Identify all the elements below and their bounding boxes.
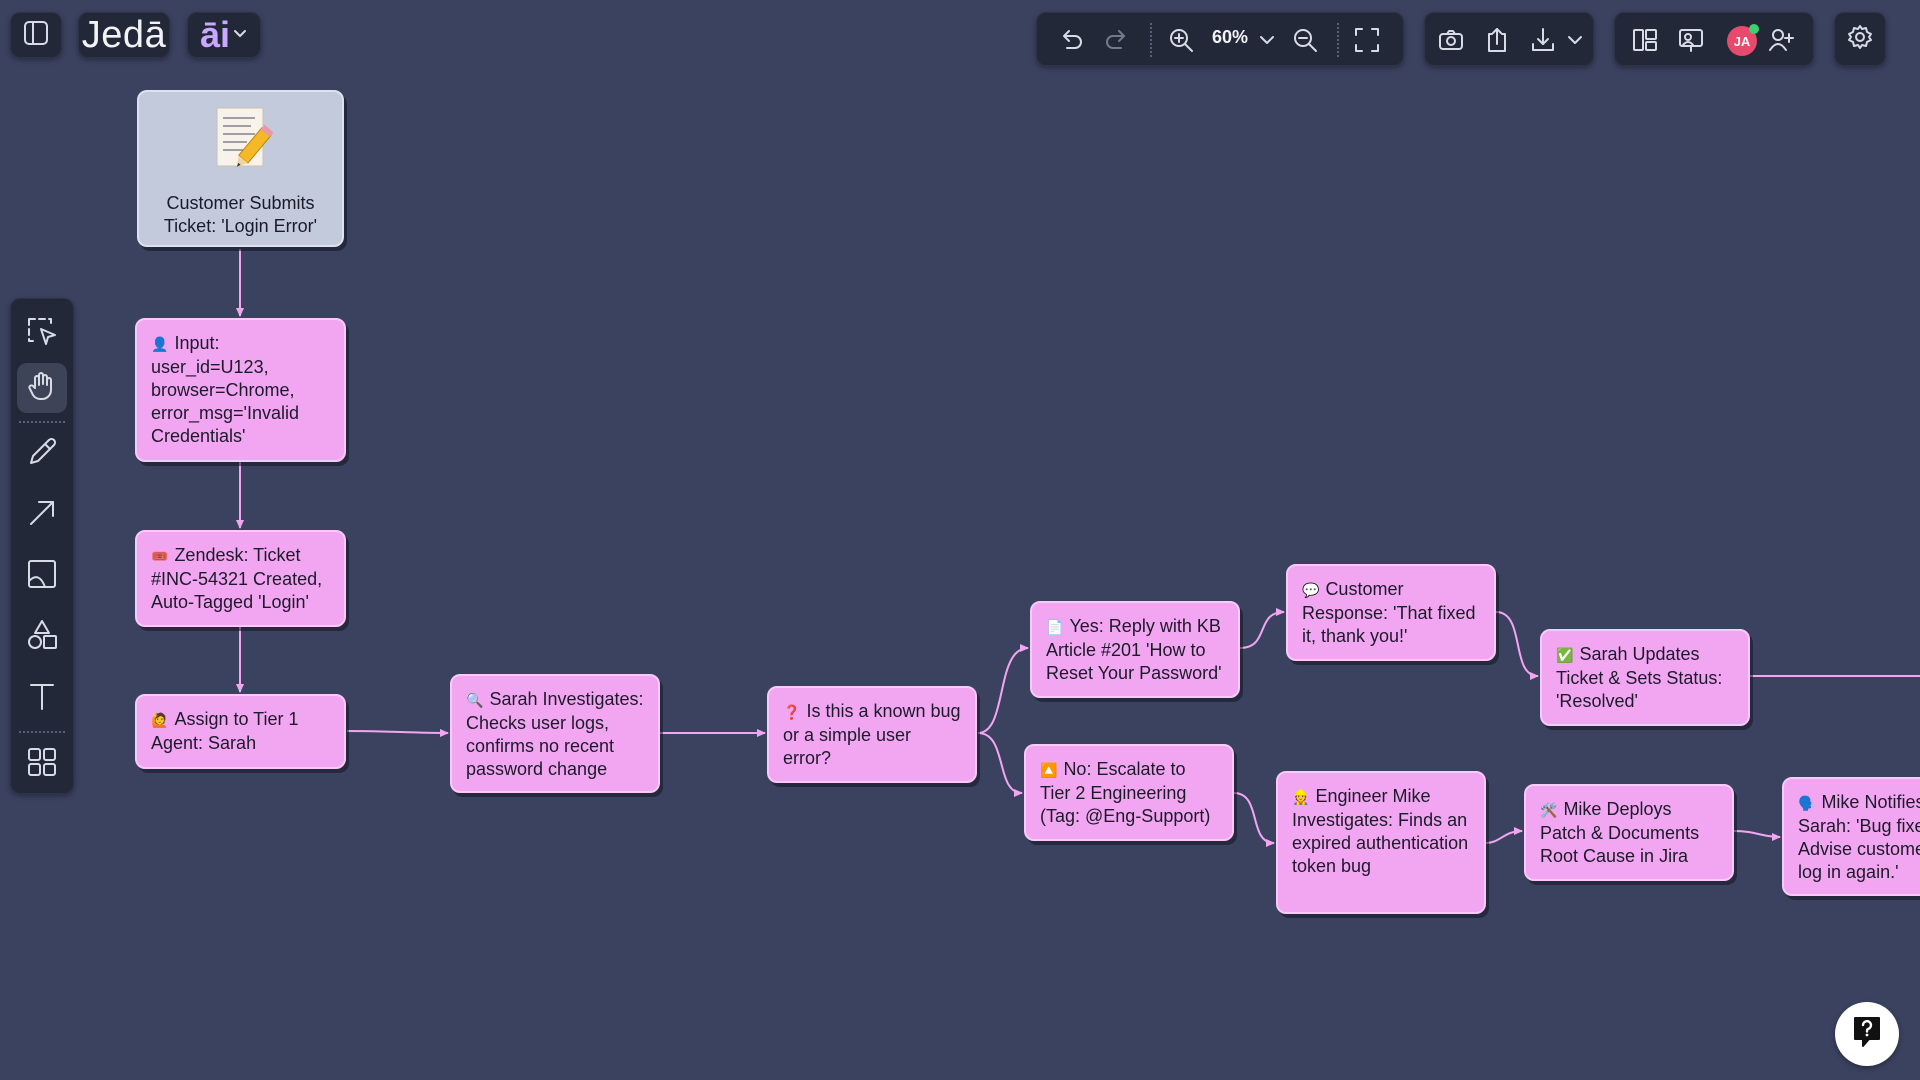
flow-node-text: No: Escalate to Tier 2 Engineering (Tag:…: [1040, 759, 1211, 826]
speaking-head-icon: 🗣️: [1798, 795, 1816, 811]
flow-node-investigate[interactable]: 🔍 Sarah Investigates: Checks user logs, c…: [450, 674, 660, 793]
flow-node-text: Customer Submits Ticket: 'Login Error': [163, 193, 318, 236]
flow-node-text: Is this a known bug or a simple user err…: [783, 701, 961, 768]
flow-node-engineer[interactable]: 👷 Engineer Mike Investigates: Finds an ex…: [1276, 771, 1486, 914]
check-mark-icon: ✅: [1556, 647, 1574, 663]
ticket-icon: 🎟️: [151, 548, 169, 564]
help-icon: [1852, 1015, 1882, 1054]
magnifier-icon: 🔍: [466, 692, 484, 708]
flow-node-yes-reply[interactable]: 📄 Yes: Reply with KB Article #201 'How to…: [1030, 601, 1240, 698]
flow-node-deploy[interactable]: 🛠️ Mike Deploys Patch & Documents Root Ca…: [1524, 784, 1734, 881]
memo-icon: [213, 106, 274, 172]
edge-no-engineer: [1233, 792, 1275, 847]
person-icon: 👤: [151, 336, 169, 352]
flow-node-notify[interactable]: 🗣️Mike Notifies Sarah: 'Bug fixed. Advis…: [1782, 777, 1920, 896]
flow-node-decision[interactable]: ❓ Is this a known bug or a simple user er…: [767, 686, 977, 783]
document-icon: 📄: [1046, 619, 1064, 635]
flow-node-input[interactable]: 👤 Input: user_id=U123, browser=Chrome, er…: [135, 318, 346, 462]
edge-decision-no: [977, 732, 1023, 797]
edge-engineer-deploy: [1485, 827, 1523, 844]
speech-bubble-icon: 💬: [1302, 582, 1320, 598]
flow-node-text: Customer Response: 'That fixed it, thank…: [1302, 579, 1476, 646]
flow-node-zendesk[interactable]: 🎟️ Zendesk: Ticket #INC-54321 Created, Au…: [135, 530, 346, 627]
edge-deploy-notify: [1733, 830, 1781, 841]
flow-node-resolved[interactable]: ✅ Sarah Updates Ticket & Sets Status: 'Re…: [1540, 629, 1750, 726]
construction-worker-icon: 👷: [1292, 789, 1310, 805]
flow-node-text: Assign to Tier 1 Agent: Sarah: [151, 709, 299, 753]
flow-node-text: Mike Deploys Patch & Documents Root Caus…: [1540, 799, 1700, 866]
flow-node-no-escalate[interactable]: 🔼 No: Escalate to Tier 2 Engineering (Tag…: [1024, 744, 1234, 841]
flow-node-text: Engineer Mike Investigates: Finds an exp…: [1292, 786, 1469, 876]
flow-node-text: Sarah Updates Ticket & Sets Status: 'Res…: [1556, 644, 1723, 711]
up-arrow-icon: 🔼: [1040, 762, 1058, 778]
edge-response-resolved: [1495, 611, 1539, 680]
edge-assign-investigate: [346, 728, 449, 737]
help-button[interactable]: [1835, 1002, 1899, 1066]
flow-node-text: Sarah Investigates: Checks user logs, co…: [466, 689, 644, 779]
raised-hand-icon: 🙋: [151, 712, 169, 728]
edge-yes-response: [1239, 608, 1285, 649]
flow-node-start[interactable]: Customer Submits Ticket: 'Login Error': [137, 90, 344, 247]
flow-node-assign[interactable]: 🙋 Assign to Tier 1 Agent: Sarah: [135, 694, 346, 769]
flow-node-text: Yes: Reply with KB Article #201 'How to …: [1046, 616, 1222, 683]
flow-node-text: Input: user_id=U123, browser=Chrome, err…: [151, 333, 299, 446]
edge-decision-yes: [977, 644, 1029, 734]
flow-node-customer-response[interactable]: 💬 Customer Response: 'That fixed it, than…: [1286, 564, 1496, 661]
tools-icon: 🛠️: [1540, 802, 1558, 818]
flow-node-text: Mike Notifies Sarah: 'Bug fixed. Advise …: [1798, 792, 1920, 882]
flow-node-text: Zendesk: Ticket #INC-54321 Created, Auto…: [151, 545, 323, 612]
question-mark-icon: ❓: [783, 704, 801, 720]
